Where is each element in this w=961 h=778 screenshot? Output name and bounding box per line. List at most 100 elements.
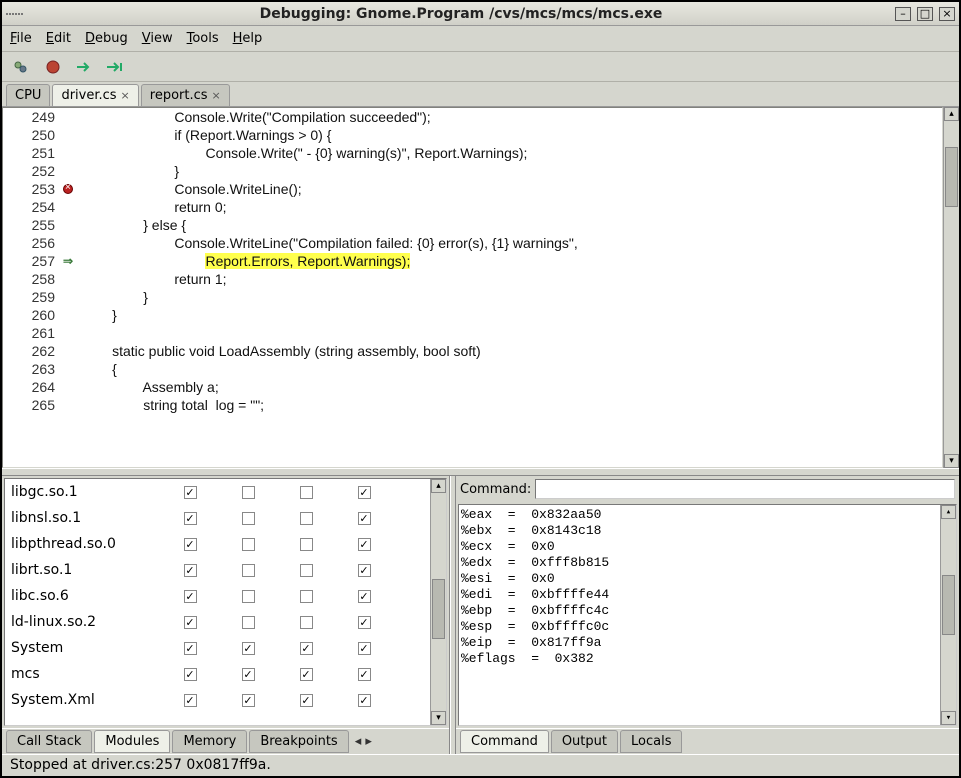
module-checkbox[interactable]: ✓ bbox=[184, 538, 197, 551]
scroll-down-icon[interactable]: ▾ bbox=[941, 711, 956, 725]
module-checkbox[interactable]: ✓ bbox=[184, 564, 197, 577]
code-line[interactable]: 251 Console.Write(" - {0} warning(s)", R… bbox=[3, 144, 942, 162]
module-checkbox[interactable] bbox=[300, 512, 313, 525]
modules-scrollbar[interactable]: ▴ ▾ bbox=[430, 479, 446, 725]
panel-tab-output[interactable]: Output bbox=[551, 730, 618, 753]
module-row[interactable]: libnsl.so.1✓✓ bbox=[5, 505, 446, 531]
module-checkbox[interactable] bbox=[242, 616, 255, 629]
code-line[interactable]: 254 return 0; bbox=[3, 198, 942, 216]
maximize-button[interactable]: □ bbox=[917, 7, 933, 21]
code-line[interactable]: 249 Console.Write("Compilation succeeded… bbox=[3, 108, 942, 126]
module-row[interactable]: libc.so.6✓✓ bbox=[5, 583, 446, 609]
scroll-down-icon[interactable]: ▾ bbox=[431, 711, 446, 725]
module-checkbox[interactable] bbox=[242, 564, 255, 577]
code-line[interactable]: 256 Console.WriteLine("Compilation faile… bbox=[3, 234, 942, 252]
step-into-button[interactable] bbox=[106, 56, 128, 78]
module-checkbox[interactable]: ✓ bbox=[184, 590, 197, 603]
module-checkbox[interactable]: ✓ bbox=[184, 694, 197, 707]
panel-tab-memory[interactable]: Memory bbox=[172, 730, 247, 753]
tab-nav-arrows[interactable]: ◂ ▸ bbox=[355, 734, 372, 749]
minimize-button[interactable]: – bbox=[895, 7, 911, 21]
code-line[interactable]: 264 Assembly a; bbox=[3, 378, 942, 396]
module-checkbox[interactable]: ✓ bbox=[242, 668, 255, 681]
close-icon[interactable]: × bbox=[212, 89, 221, 102]
module-checkbox[interactable]: ✓ bbox=[184, 642, 197, 655]
module-checkbox[interactable]: ✓ bbox=[358, 668, 371, 681]
command-input[interactable] bbox=[535, 479, 955, 499]
tab-report-cs[interactable]: report.cs× bbox=[141, 84, 230, 106]
module-checkbox[interactable]: ✓ bbox=[184, 616, 197, 629]
step-over-button[interactable] bbox=[74, 56, 96, 78]
module-checkbox[interactable]: ✓ bbox=[242, 694, 255, 707]
run-button[interactable] bbox=[10, 56, 32, 78]
module-checkbox[interactable]: ✓ bbox=[184, 668, 197, 681]
scroll-down-icon[interactable]: ▾ bbox=[944, 454, 959, 468]
module-checkbox[interactable]: ✓ bbox=[242, 642, 255, 655]
module-checkbox[interactable]: ✓ bbox=[358, 486, 371, 499]
module-checkbox[interactable] bbox=[300, 538, 313, 551]
module-checkbox[interactable] bbox=[242, 512, 255, 525]
module-checkbox[interactable]: ✓ bbox=[358, 616, 371, 629]
module-checkbox[interactable]: ✓ bbox=[358, 694, 371, 707]
menu-tools[interactable]: Tools bbox=[187, 31, 219, 46]
code-line[interactable]: 255 } else { bbox=[3, 216, 942, 234]
panel-tab-modules[interactable]: Modules bbox=[94, 730, 170, 753]
menu-help[interactable]: Help bbox=[233, 31, 263, 46]
scroll-thumb[interactable] bbox=[942, 575, 955, 635]
code-line[interactable]: 263 { bbox=[3, 360, 942, 378]
code-line[interactable]: 262 static public void LoadAssembly (str… bbox=[3, 342, 942, 360]
module-row[interactable]: libpthread.so.0✓✓ bbox=[5, 531, 446, 557]
module-checkbox[interactable]: ✓ bbox=[300, 642, 313, 655]
close-button[interactable]: × bbox=[939, 7, 955, 21]
menu-debug[interactable]: Debug bbox=[85, 31, 128, 46]
panel-tab-command[interactable]: Command bbox=[460, 730, 549, 753]
menu-view[interactable]: View bbox=[142, 31, 173, 46]
scroll-up-icon[interactable]: ▴ bbox=[431, 479, 446, 493]
panel-tab-locals[interactable]: Locals bbox=[620, 730, 682, 753]
editor-scrollbar[interactable]: ▴ ▾ bbox=[943, 107, 959, 468]
module-checkbox[interactable] bbox=[300, 564, 313, 577]
module-checkbox[interactable] bbox=[300, 486, 313, 499]
code-line[interactable]: 265 string total log = ""; bbox=[3, 396, 942, 414]
module-checkbox[interactable]: ✓ bbox=[358, 538, 371, 551]
module-row[interactable]: librt.so.1✓✓ bbox=[5, 557, 446, 583]
module-row[interactable]: ld-linux.so.2✓✓ bbox=[5, 609, 446, 635]
stop-button[interactable] bbox=[42, 56, 64, 78]
module-row[interactable]: libgc.so.1✓✓ bbox=[5, 479, 446, 505]
module-checkbox[interactable]: ✓ bbox=[300, 694, 313, 707]
close-icon[interactable]: × bbox=[121, 89, 130, 102]
panel-tab-call-stack[interactable]: Call Stack bbox=[6, 730, 92, 753]
module-checkbox[interactable] bbox=[300, 590, 313, 603]
module-checkbox[interactable]: ✓ bbox=[184, 486, 197, 499]
code-line[interactable]: 257⇒ Report.Errors, Report.Warnings); bbox=[3, 252, 942, 270]
code-line[interactable]: 253 Console.WriteLine(); bbox=[3, 180, 942, 198]
panel-tab-breakpoints[interactable]: Breakpoints bbox=[249, 730, 348, 753]
scroll-thumb[interactable] bbox=[945, 147, 958, 207]
module-checkbox[interactable] bbox=[242, 538, 255, 551]
module-row[interactable]: mcs✓✓✓✓ bbox=[5, 661, 446, 687]
code-line[interactable]: 258 return 1; bbox=[3, 270, 942, 288]
module-checkbox[interactable] bbox=[300, 616, 313, 629]
output-scrollbar[interactable]: ▴ ▾ bbox=[940, 505, 956, 725]
menu-edit[interactable]: Edit bbox=[46, 31, 71, 46]
code-line[interactable]: 261 bbox=[3, 324, 942, 342]
module-checkbox[interactable]: ✓ bbox=[358, 642, 371, 655]
code-line[interactable]: 252 } bbox=[3, 162, 942, 180]
module-checkbox[interactable] bbox=[242, 590, 255, 603]
code-line[interactable]: 259 } bbox=[3, 288, 942, 306]
module-checkbox[interactable]: ✓ bbox=[358, 590, 371, 603]
code-line[interactable]: 250 if (Report.Warnings > 0) { bbox=[3, 126, 942, 144]
module-checkbox[interactable]: ✓ bbox=[300, 668, 313, 681]
tab-cpu[interactable]: CPU bbox=[6, 84, 50, 106]
horizontal-splitter[interactable] bbox=[2, 468, 959, 476]
scroll-up-icon[interactable]: ▴ bbox=[941, 505, 956, 519]
module-row[interactable]: System✓✓✓✓ bbox=[5, 635, 446, 661]
tab-driver-cs[interactable]: driver.cs× bbox=[52, 84, 138, 106]
code-line[interactable]: 260 } bbox=[3, 306, 942, 324]
scroll-thumb[interactable] bbox=[432, 579, 445, 639]
module-checkbox[interactable]: ✓ bbox=[358, 564, 371, 577]
module-checkbox[interactable] bbox=[242, 486, 255, 499]
menu-file[interactable]: File bbox=[10, 31, 32, 46]
module-checkbox[interactable]: ✓ bbox=[358, 512, 371, 525]
module-row[interactable]: System.Xml✓✓✓✓ bbox=[5, 687, 446, 713]
